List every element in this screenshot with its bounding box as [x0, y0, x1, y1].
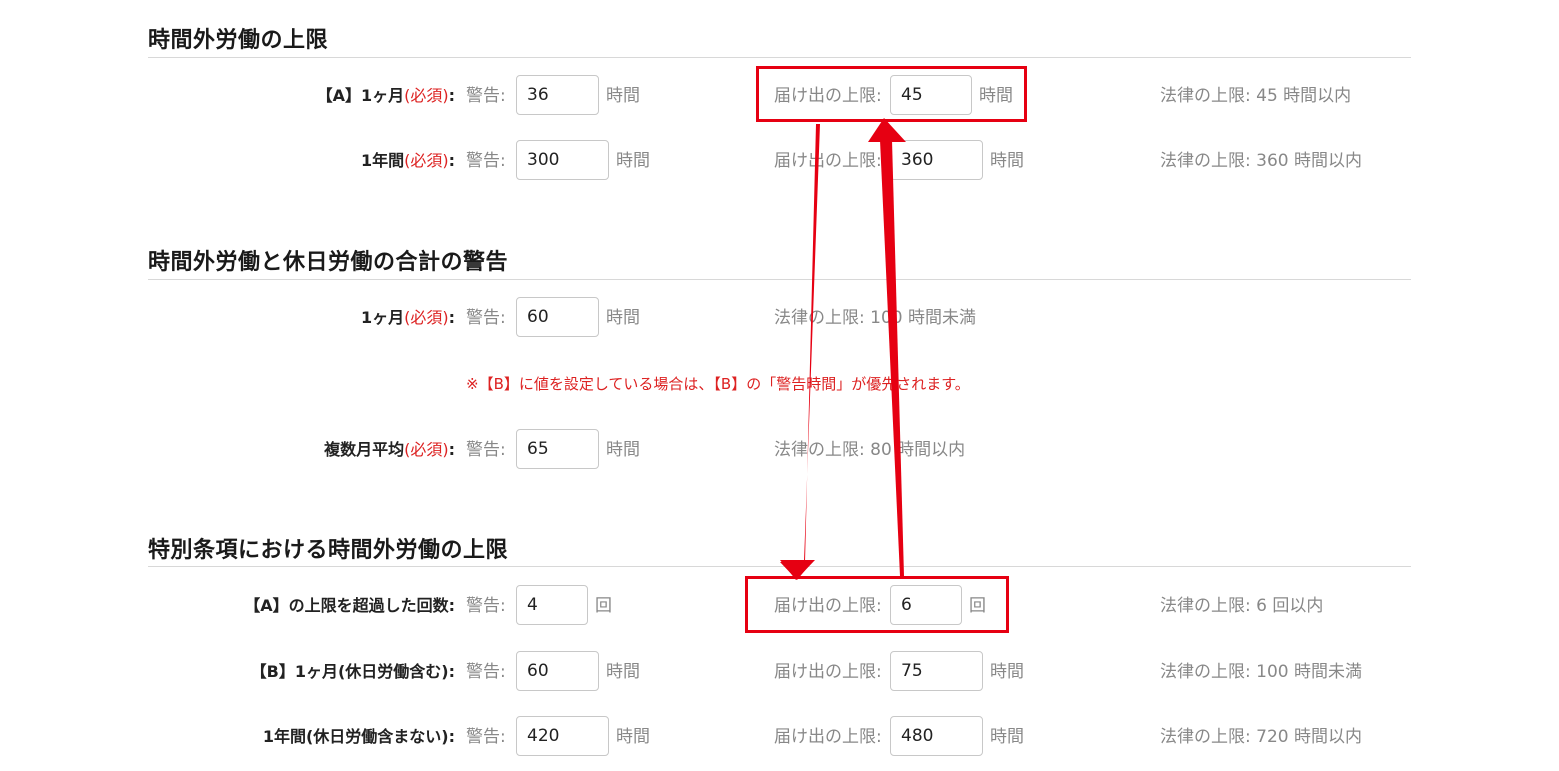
warn-input-1year[interactable]: [516, 140, 609, 180]
arrow-down: [780, 124, 820, 580]
warn-input-a-1month[interactable]: [516, 75, 599, 115]
filing-unit: 時間: [990, 662, 1024, 682]
legal-limit-text: 法律の上限: 100 時間未満: [774, 308, 976, 328]
warn-unit: 時間: [606, 86, 640, 106]
warn-label: 警告:: [466, 86, 506, 106]
legal-limit-text: 法律の上限: 720 時間以内: [1160, 727, 1362, 747]
legal-limit-text: 法律の上限: 45 時間以内: [1160, 86, 1352, 106]
section-title-overtime-limit: 時間外労働の上限: [148, 28, 329, 53]
warn-unit: 時間: [606, 440, 640, 460]
warn-input-b-1month[interactable]: [516, 651, 599, 691]
filing-unit: 時間: [990, 151, 1024, 171]
filing-label: 届け出の上限:: [774, 727, 882, 747]
warn-label: 警告:: [466, 440, 506, 460]
filing-input-1year[interactable]: [890, 140, 983, 180]
warn-input-1year-special[interactable]: [516, 716, 609, 756]
warn-label: 警告:: [466, 596, 506, 616]
legal-limit-text: 法律の上限: 360 時間以内: [1160, 151, 1362, 171]
row-label-1year: 1年間(必須):: [360, 151, 455, 170]
highlight-box-filing-exceed-count: [745, 576, 1009, 633]
warn-label: 警告:: [466, 308, 506, 328]
warn-input-1month-total[interactable]: [516, 297, 599, 337]
warn-unit: 時間: [616, 151, 650, 171]
filing-label: 届け出の上限:: [774, 151, 882, 171]
section-divider: [148, 279, 1411, 280]
filing-unit: 時間: [990, 727, 1024, 747]
legal-limit-text: 法律の上限: 80 時間以内: [774, 440, 966, 460]
warn-label: 警告:: [466, 151, 506, 171]
legal-limit-text: 法律の上限: 100 時間未満: [1160, 662, 1362, 682]
warn-input-multi-month-average[interactable]: [516, 429, 599, 469]
filing-input-b-1month[interactable]: [890, 651, 983, 691]
section-divider: [148, 57, 1411, 58]
legal-limit-text: 法律の上限: 6 回以内: [1160, 596, 1324, 616]
row-label-a-1month: 【A】1ヶ月(必須):: [316, 86, 455, 105]
highlight-box-filing-a-1month: [756, 66, 1027, 122]
warn-unit: 回: [595, 596, 612, 616]
section-title-overtime-holiday-total: 時間外労働と休日労働の合計の警告: [148, 250, 509, 275]
section-title-special-clause: 特別条項における時間外労働の上限: [148, 538, 509, 563]
priority-note: ※【B】に値を設定している場合は、【B】の「警告時間」が優先されます。: [466, 375, 970, 393]
arrow-up: [880, 140, 904, 576]
row-label-a-exceed-count: 【A】の上限を超過した回数:: [244, 596, 455, 615]
warn-unit: 時間: [606, 308, 640, 328]
warn-input-exceed-count[interactable]: [516, 585, 588, 625]
row-label-1month-total: 1ヶ月(必須):: [360, 308, 455, 327]
row-label-b-1month: 【B】1ヶ月(休日労働含む):: [250, 662, 455, 681]
warn-label: 警告:: [466, 662, 506, 682]
warn-unit: 時間: [616, 727, 650, 747]
filing-label: 届け出の上限:: [774, 662, 882, 682]
row-label-1year-special: 1年間(休日労働含まない):: [262, 727, 455, 746]
warn-unit: 時間: [606, 662, 640, 682]
filing-input-1year-special[interactable]: [890, 716, 983, 756]
section-divider: [148, 566, 1411, 567]
row-label-multi-month-average: 複数月平均(必須):: [324, 440, 455, 459]
warn-label: 警告:: [466, 727, 506, 747]
